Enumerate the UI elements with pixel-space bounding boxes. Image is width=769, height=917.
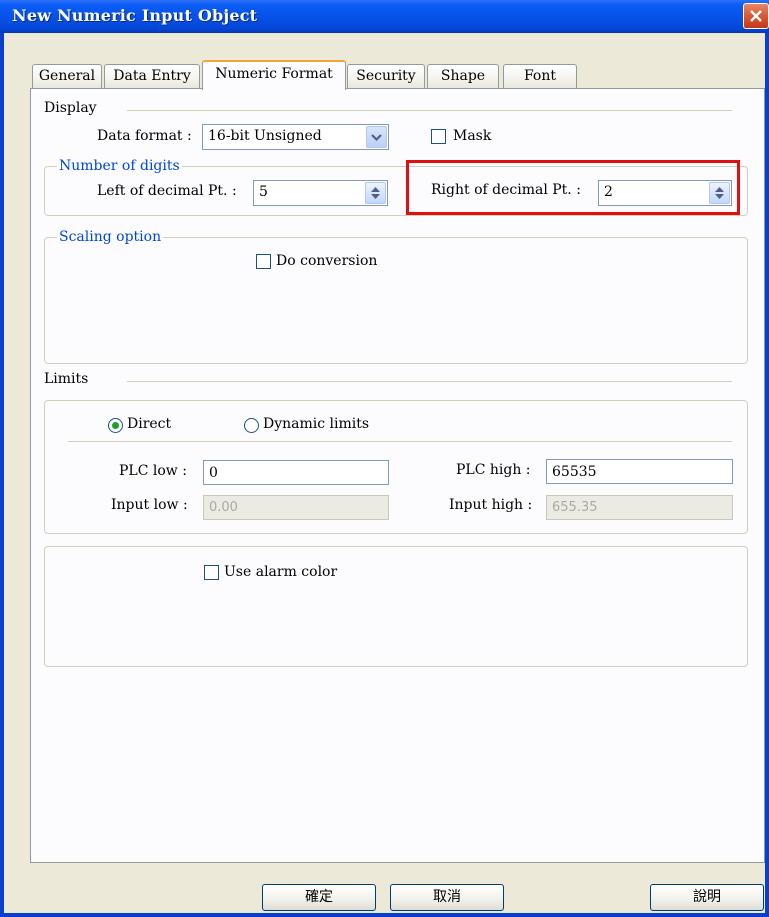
ok-button[interactable]: 確定 (262, 884, 376, 911)
window-title: New Numeric Input Object (12, 6, 258, 25)
number-of-digits-legend: Number of digits (57, 158, 182, 174)
tab-data-entry[interactable]: Data Entry (104, 64, 200, 88)
input-low-input[interactable]: 0.00 (203, 495, 389, 520)
data-format-select[interactable]: 16-bit Unsigned (202, 124, 389, 150)
limits-section-label: Limits (44, 371, 89, 387)
plc-high-label: PLC high : (456, 462, 531, 478)
use-alarm-color-checkbox[interactable] (204, 565, 219, 580)
left-of-decimal-label: Left of decimal Pt. : (97, 183, 237, 199)
tab-numeric-format[interactable]: Numeric Format (202, 60, 346, 90)
dropdown-button[interactable] (366, 126, 387, 148)
mask-label: Mask (453, 128, 492, 144)
cancel-button[interactable]: 取消 (390, 884, 504, 911)
do-conversion-label: Do conversion (276, 253, 378, 269)
direct-label: Direct (127, 416, 172, 432)
dynamic-limits-label: Dynamic limits (263, 416, 370, 432)
display-section-label: Display (44, 100, 97, 116)
plc-high-value: 65535 (552, 464, 597, 480)
scaling-option-legend: Scaling option (57, 229, 164, 245)
left-of-decimal-spinner[interactable]: 5 (253, 180, 388, 206)
tab-font[interactable]: Font (503, 64, 577, 88)
chevron-down-icon (371, 134, 382, 142)
direct-radio[interactable] (108, 418, 123, 433)
help-button[interactable]: 說明 (650, 884, 764, 911)
dynamic-limits-radio[interactable] (244, 418, 259, 433)
do-conversion-checkbox[interactable] (256, 254, 271, 269)
scaling-option-group (44, 237, 748, 364)
close-button[interactable] (743, 3, 769, 29)
tab-security[interactable]: Security (347, 64, 425, 88)
radio-selected-dot (112, 422, 119, 429)
tab-shape[interactable]: Shape (427, 64, 499, 88)
title-bar[interactable]: New Numeric Input Object (0, 0, 769, 33)
input-low-value: 0.00 (209, 500, 238, 515)
display-separator (127, 110, 732, 111)
tab-general[interactable]: General (32, 64, 102, 88)
plc-low-label: PLC low : (119, 463, 187, 479)
use-alarm-color-label: Use alarm color (224, 564, 338, 580)
highlight-box (406, 160, 740, 215)
plc-low-value: 0 (209, 465, 218, 481)
data-format-value: 16-bit Unsigned (208, 128, 322, 144)
limits-inner-separator (68, 441, 732, 442)
input-high-label: Input high : (449, 497, 533, 513)
left-of-decimal-value: 5 (259, 184, 268, 200)
mask-checkbox[interactable] (431, 129, 446, 144)
plc-low-input[interactable]: 0 (203, 460, 389, 485)
data-format-label: Data format : (97, 128, 192, 144)
close-icon (750, 10, 762, 22)
alarm-color-group (44, 546, 748, 667)
spin-button[interactable] (365, 182, 386, 204)
input-low-label: Input low : (111, 497, 188, 513)
input-high-value: 655.35 (552, 500, 598, 515)
input-high-input[interactable]: 655.35 (546, 495, 733, 520)
limits-separator (127, 381, 732, 382)
spin-arrows-icon (371, 187, 380, 199)
plc-high-input[interactable]: 65535 (546, 459, 733, 484)
